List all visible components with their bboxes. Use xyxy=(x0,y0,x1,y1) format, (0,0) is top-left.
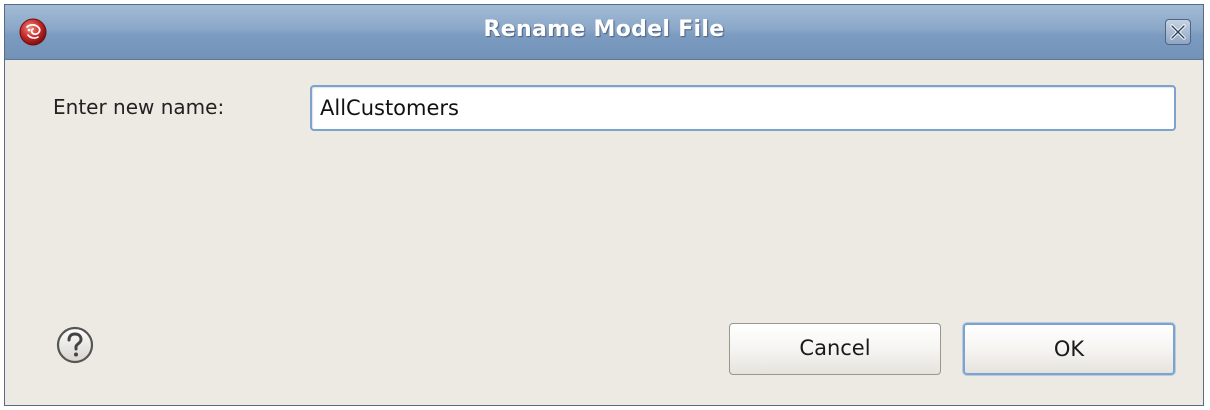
close-icon xyxy=(1170,24,1186,40)
close-button[interactable] xyxy=(1165,19,1191,45)
new-name-input[interactable] xyxy=(310,85,1176,131)
new-name-label: Enter new name: xyxy=(53,95,225,119)
help-question-icon xyxy=(56,326,94,364)
help-button[interactable] xyxy=(55,325,95,365)
cancel-button[interactable]: Cancel xyxy=(729,323,941,375)
ok-button[interactable]: OK xyxy=(963,323,1175,375)
title-bar[interactable]: Rename Model File xyxy=(5,5,1203,60)
window-title: Rename Model File xyxy=(483,17,725,42)
rename-model-file-dialog: Rename Model File Enter new name: Cancel… xyxy=(4,4,1204,406)
